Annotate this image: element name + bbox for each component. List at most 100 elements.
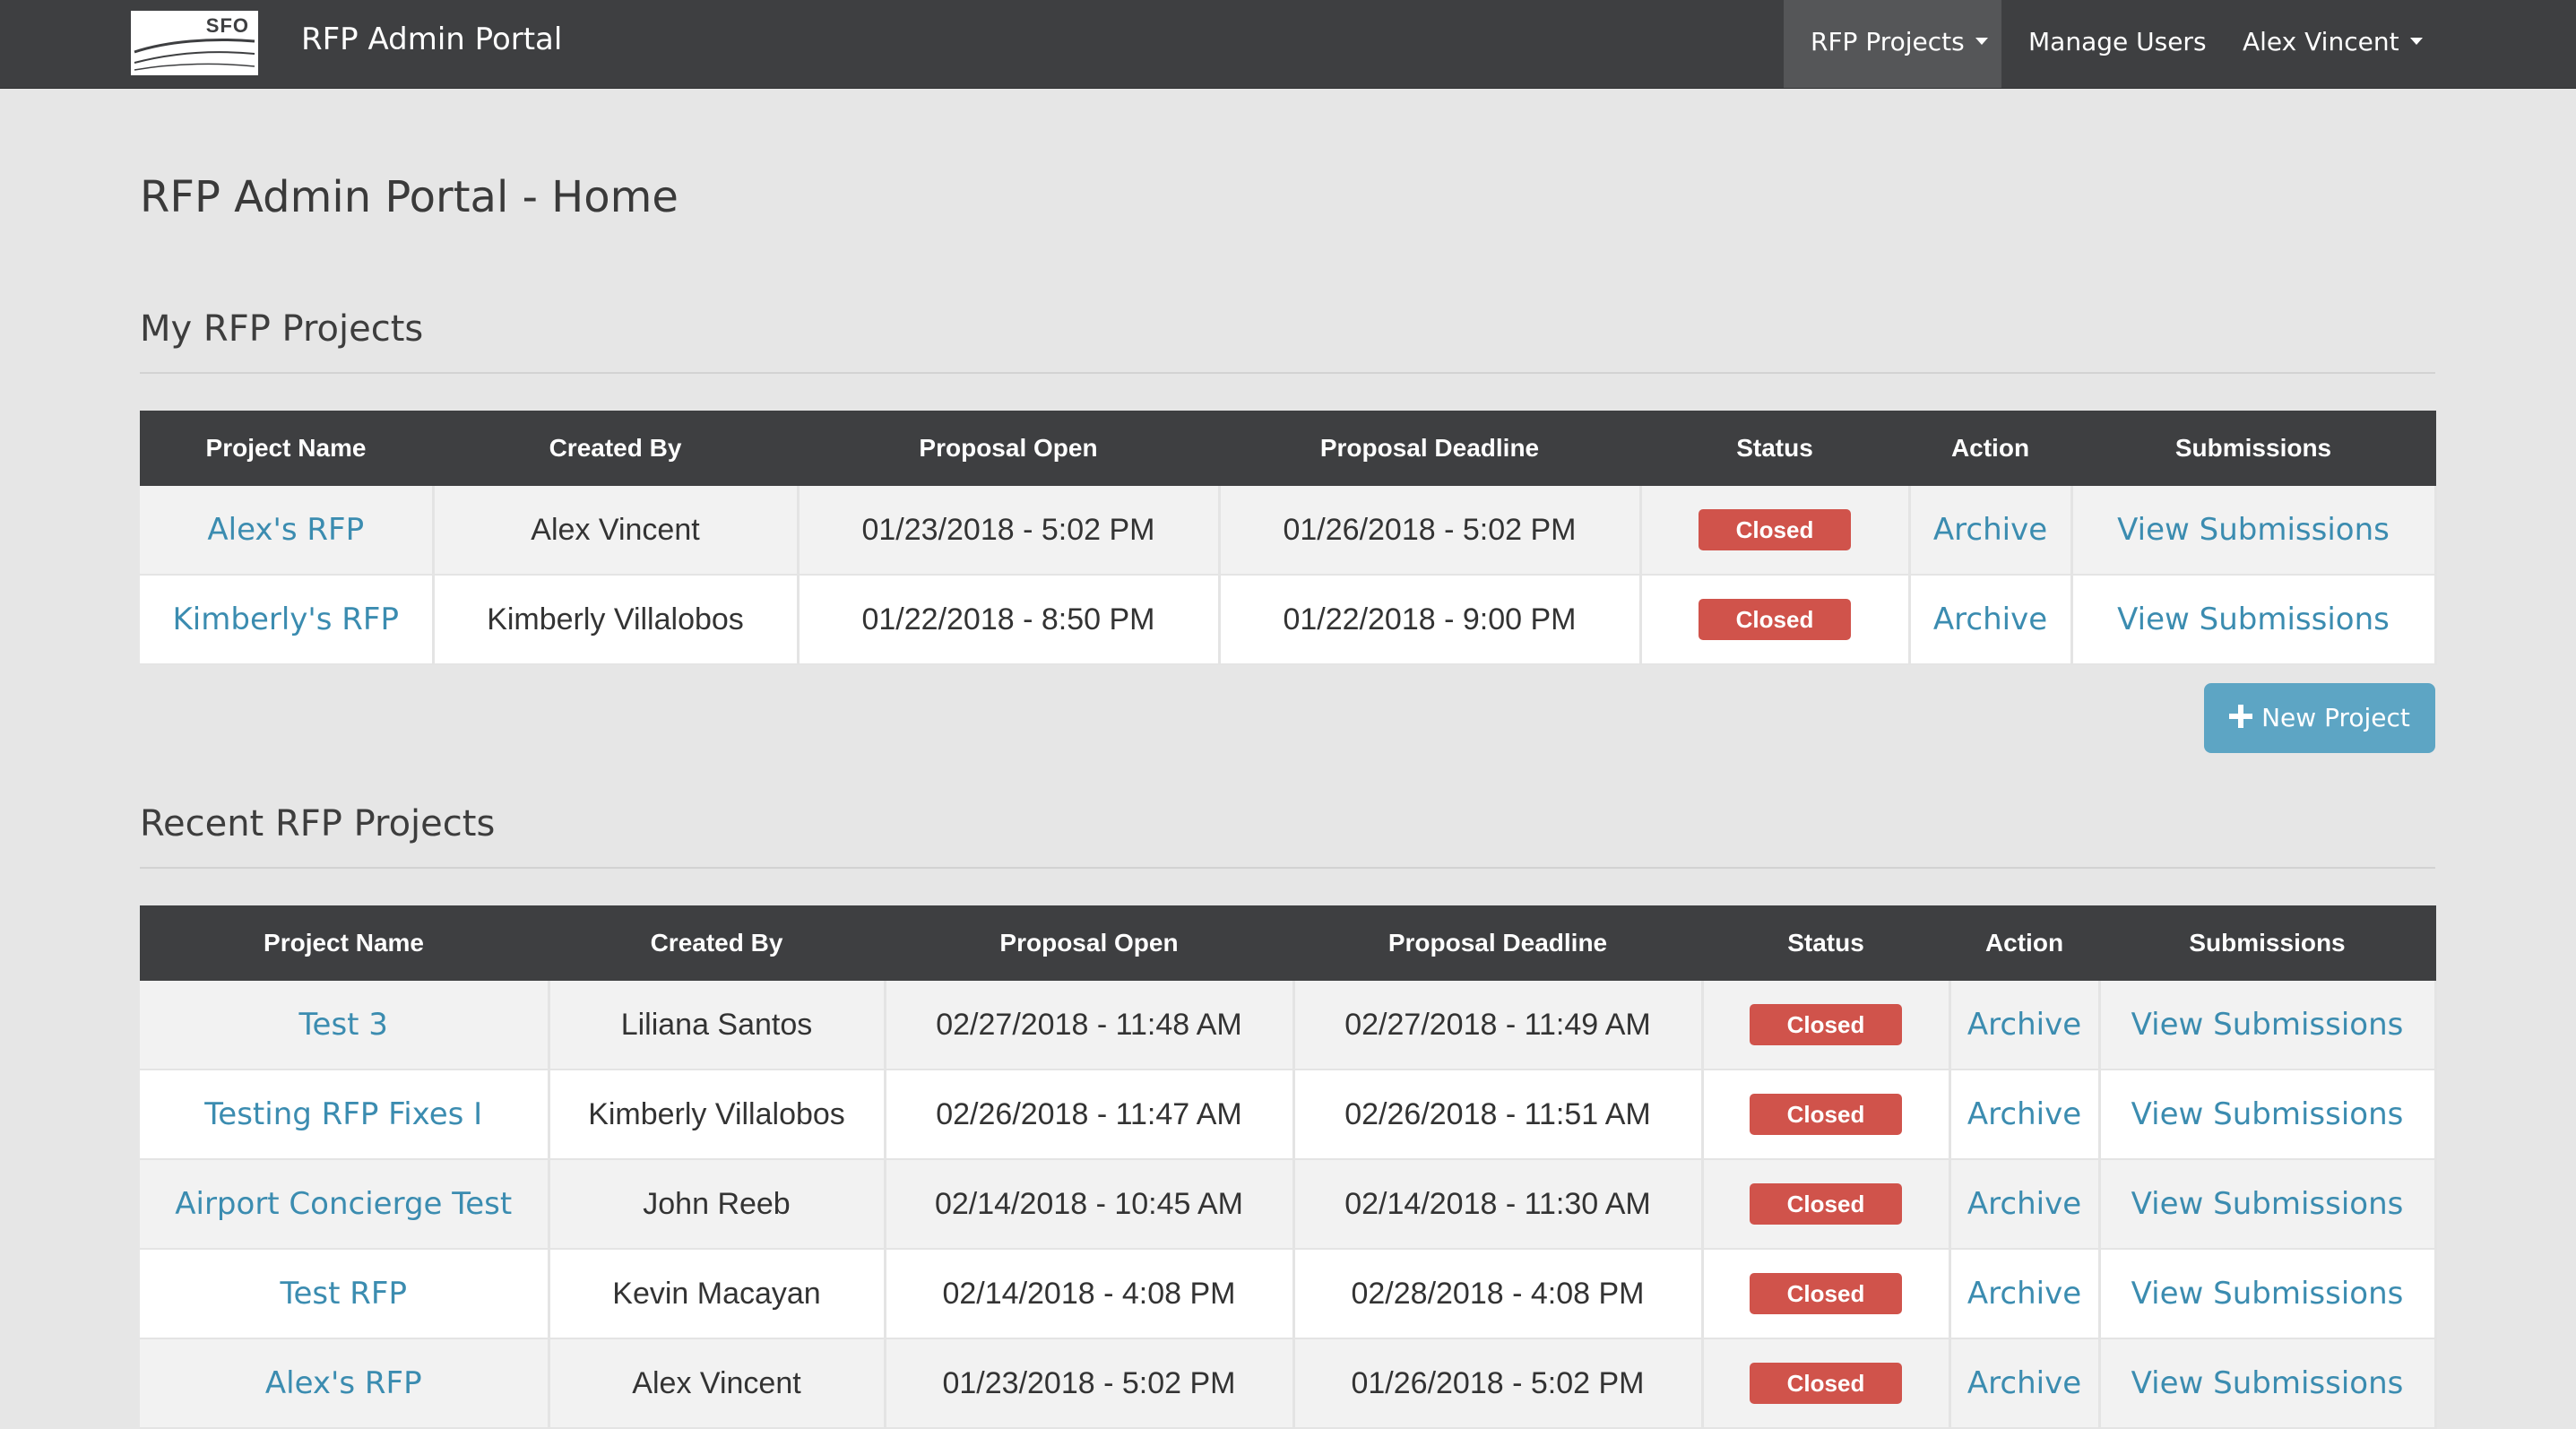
- status-cell: Closed: [1640, 575, 1911, 665]
- created-by-cell: Alex Vincent: [549, 1338, 886, 1429]
- project-name-cell: Alex's RFP: [140, 486, 435, 576]
- table-row: Testing RFP Fixes I Kimberly Villalobos …: [140, 1070, 2437, 1160]
- archive-link[interactable]: Archive: [1967, 1365, 2081, 1401]
- new-project-button[interactable]: New Project: [2204, 683, 2435, 753]
- archive-link[interactable]: Archive: [1967, 1007, 2081, 1043]
- column-header-status[interactable]: Status: [1640, 411, 1910, 486]
- table-row: Kimberly's RFP Kimberly Villalobos 01/22…: [140, 575, 2437, 665]
- table-row: Airport Concierge Test John Reeb 02/14/2…: [140, 1159, 2437, 1250]
- project-name-link[interactable]: Alex's RFP: [265, 1365, 422, 1401]
- top-navbar: SFO RFP Admin Portal RFP Projects Manage…: [0, 0, 2576, 89]
- column-header-created-by[interactable]: Created By: [433, 411, 799, 486]
- table-row: Alex's RFP Alex Vincent 01/23/2018 - 5:0…: [140, 486, 2437, 576]
- nav-user-name: Alex Vincent: [2243, 27, 2399, 56]
- chevron-down-icon: [2409, 38, 2423, 45]
- proposal-open-cell: 01/23/2018 - 5:02 PM: [798, 486, 1221, 576]
- proposal-deadline-cell: 02/14/2018 - 11:30 AM: [1293, 1159, 1704, 1250]
- status-badge: Closed: [1699, 509, 1851, 550]
- project-name-link[interactable]: Kimberly's RFP: [173, 602, 399, 637]
- nav-manage-users-label: Manage Users: [2028, 27, 2207, 56]
- column-header-action[interactable]: Action: [1909, 411, 2072, 486]
- nav-manage-users[interactable]: Manage Users: [2001, 0, 2221, 88]
- submissions-cell: View Submissions: [2099, 1070, 2437, 1160]
- proposal-open-cell: 02/14/2018 - 4:08 PM: [885, 1249, 1295, 1339]
- project-name-link[interactable]: Airport Concierge Test: [175, 1186, 512, 1222]
- archive-link[interactable]: Archive: [1933, 512, 2047, 548]
- recent-projects-heading: Recent RFP Projects: [140, 803, 496, 844]
- column-header-created-by[interactable]: Created By: [549, 905, 886, 981]
- created-by-cell: Kimberly Villalobos: [549, 1070, 886, 1160]
- view-submissions-link[interactable]: View Submissions: [2131, 1365, 2404, 1401]
- column-header-status[interactable]: Status: [1702, 905, 1950, 981]
- status-badge: Closed: [1699, 599, 1851, 640]
- project-name-link[interactable]: Alex's RFP: [207, 512, 364, 548]
- archive-link[interactable]: Archive: [1933, 602, 2047, 637]
- status-cell: Closed: [1702, 981, 1951, 1070]
- nav-user-menu[interactable]: Alex Vincent: [2221, 0, 2423, 88]
- created-by-cell: Liliana Santos: [549, 981, 886, 1070]
- logo-text: SFO: [205, 14, 249, 37]
- created-by-cell: John Reeb: [549, 1159, 886, 1250]
- table-row: Test 3 Liliana Santos 02/27/2018 - 11:48…: [140, 981, 2437, 1070]
- view-submissions-link[interactable]: View Submissions: [2117, 602, 2390, 637]
- column-header-proposal-deadline[interactable]: Proposal Deadline: [1293, 905, 1703, 981]
- column-header-proposal-open[interactable]: Proposal Open: [885, 905, 1294, 981]
- recent-projects-table: Project Name Created By Proposal Open Pr…: [140, 905, 2437, 1429]
- sfo-logo[interactable]: SFO: [131, 11, 258, 75]
- status-badge: Closed: [1750, 1094, 1902, 1135]
- view-submissions-link[interactable]: View Submissions: [2131, 1186, 2404, 1222]
- column-header-submissions[interactable]: Submissions: [2071, 411, 2436, 486]
- status-badge: Closed: [1750, 1183, 1902, 1225]
- action-cell: Archive: [1949, 981, 2101, 1070]
- archive-link[interactable]: Archive: [1967, 1276, 2081, 1312]
- new-project-label: New Project: [2261, 703, 2410, 732]
- project-name-cell: Test 3: [140, 981, 550, 1070]
- project-name-link[interactable]: Testing RFP Fixes I: [204, 1096, 482, 1132]
- nav-rfp-projects-label: RFP Projects: [1811, 27, 1965, 56]
- archive-link[interactable]: Archive: [1967, 1096, 2081, 1132]
- view-submissions-link[interactable]: View Submissions: [2131, 1007, 2404, 1043]
- column-header-project-name[interactable]: Project Name: [140, 905, 549, 981]
- submissions-cell: View Submissions: [2099, 1338, 2437, 1429]
- project-name-cell: Kimberly's RFP: [140, 575, 435, 665]
- submissions-cell: View Submissions: [2099, 1249, 2437, 1339]
- submissions-cell: View Submissions: [2099, 981, 2437, 1070]
- status-cell: Closed: [1702, 1070, 1951, 1160]
- project-name-cell: Airport Concierge Test: [140, 1159, 550, 1250]
- column-header-proposal-deadline[interactable]: Proposal Deadline: [1219, 411, 1641, 486]
- column-header-proposal-open[interactable]: Proposal Open: [798, 411, 1220, 486]
- view-submissions-link[interactable]: View Submissions: [2131, 1096, 2404, 1132]
- divider: [140, 867, 2435, 869]
- chevron-down-icon: [1975, 38, 1988, 45]
- status-badge: Closed: [1750, 1004, 1902, 1045]
- view-submissions-link[interactable]: View Submissions: [2131, 1276, 2404, 1312]
- column-header-action[interactable]: Action: [1949, 905, 2100, 981]
- table-header-row: Project Name Created By Proposal Open Pr…: [140, 411, 2436, 486]
- table-row: Test RFP Kevin Macayan 02/14/2018 - 4:08…: [140, 1249, 2437, 1339]
- status-cell: Closed: [1702, 1159, 1951, 1250]
- project-name-link[interactable]: Test 3: [299, 1007, 388, 1043]
- project-name-cell: Alex's RFP: [140, 1338, 550, 1429]
- my-projects-table: Project Name Created By Proposal Open Pr…: [140, 411, 2437, 665]
- archive-link[interactable]: Archive: [1967, 1186, 2081, 1222]
- nav-rfp-projects[interactable]: RFP Projects: [1784, 0, 2001, 88]
- project-name-cell: Testing RFP Fixes I: [140, 1070, 550, 1160]
- proposal-deadline-cell: 02/28/2018 - 4:08 PM: [1293, 1249, 1704, 1339]
- app-title[interactable]: RFP Admin Portal: [301, 22, 562, 57]
- column-header-submissions[interactable]: Submissions: [2099, 905, 2436, 981]
- view-submissions-link[interactable]: View Submissions: [2117, 512, 2390, 548]
- proposal-deadline-cell: 01/22/2018 - 9:00 PM: [1219, 575, 1642, 665]
- action-cell: Archive: [1909, 575, 2073, 665]
- submissions-cell: View Submissions: [2071, 486, 2437, 576]
- proposal-open-cell: 02/26/2018 - 11:47 AM: [885, 1070, 1295, 1160]
- column-header-project-name[interactable]: Project Name: [140, 411, 434, 486]
- status-cell: Closed: [1640, 486, 1911, 576]
- status-cell: Closed: [1702, 1338, 1951, 1429]
- proposal-open-cell: 02/27/2018 - 11:48 AM: [885, 981, 1295, 1070]
- submissions-cell: View Submissions: [2071, 575, 2437, 665]
- table-row: Alex's RFP Alex Vincent 01/23/2018 - 5:0…: [140, 1338, 2437, 1429]
- proposal-deadline-cell: 01/26/2018 - 5:02 PM: [1219, 486, 1642, 576]
- project-name-link[interactable]: Test RFP: [281, 1276, 407, 1312]
- proposal-open-cell: 02/14/2018 - 10:45 AM: [885, 1159, 1295, 1250]
- plus-icon: [2229, 705, 2253, 728]
